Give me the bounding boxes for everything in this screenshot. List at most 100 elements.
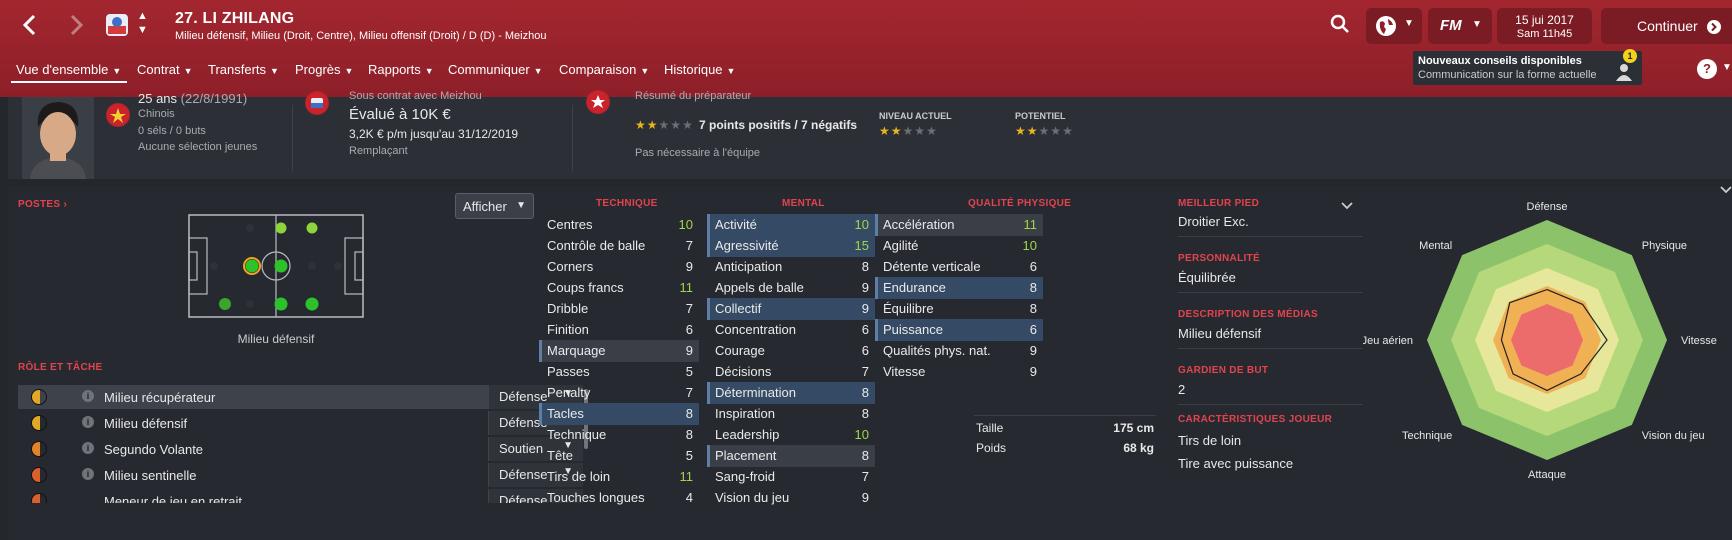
role-row[interactable]: i Segundo Volante Soutien ▼ <box>18 437 583 461</box>
tab-contract[interactable]: Contrat ▼ <box>137 62 193 77</box>
chevron-down-icon: ▼ <box>112 66 122 76</box>
attribute-row[interactable]: Concentration 6 <box>707 319 875 341</box>
radar-label: Vitesse <box>1681 335 1717 347</box>
attribute-row[interactable]: Marquage 9 <box>539 340 699 362</box>
role-row[interactable]: i Milieu sentinelle Défense ▼ <box>18 463 583 487</box>
radar-label: Attaque <box>1528 469 1566 481</box>
tab-progress[interactable]: Progrès ▼ <box>295 62 353 77</box>
radar-label: Défense <box>1527 201 1568 213</box>
duty-label: Soutien <box>499 441 544 456</box>
fm-menu-button[interactable]: FM ▼ <box>1428 8 1492 44</box>
info-icon[interactable]: i <box>82 390 94 402</box>
previous-player-button[interactable]: ▲ <box>137 10 148 22</box>
date-display[interactable]: 15 jui 2017 Sam 11h45 <box>1497 8 1592 44</box>
attribute-row[interactable]: Coups francs 11 <box>539 277 699 299</box>
help-button[interactable]: ? <box>1697 59 1717 79</box>
tab-history[interactable]: Historique ▼ <box>664 62 735 77</box>
attribute-row[interactable]: Tacles 8 <box>539 403 699 425</box>
attribute-row[interactable]: Agilité 10 <box>875 235 1043 257</box>
international-caps: 0 séls / 0 buts <box>138 125 206 137</box>
chevron-down-icon: ▼ <box>533 66 543 76</box>
role-row[interactable]: Meneur de jeu en retrait Défense <box>18 489 583 503</box>
continue-button[interactable]: Continuer <box>1601 8 1732 44</box>
tab-overview[interactable]: Vue d'ensemble ▼ <box>16 62 121 77</box>
attribute-row[interactable]: Décisions 7 <box>707 361 875 383</box>
attribute-row[interactable]: Collectif 9 <box>707 298 875 320</box>
positions-title[interactable]: POSTES › <box>18 199 67 210</box>
potential-label: POTENTIEL <box>1015 111 1066 121</box>
attribute-row[interactable]: Vision du jeu 9 <box>707 487 875 509</box>
attribute-row[interactable]: Anticipation 8 <box>707 256 875 278</box>
tab-comparison[interactable]: Comparaison ▼ <box>559 62 649 77</box>
trait-item: Tire avec puissance <box>1178 456 1294 471</box>
info-icon[interactable]: i <box>82 416 94 428</box>
attribute-row[interactable]: Penalty 7 <box>539 382 699 404</box>
tab-communicate[interactable]: Communiquer ▼ <box>448 62 543 77</box>
attribute-row[interactable]: Puissance 6 <box>875 319 1043 341</box>
attribute-row[interactable]: Vitesse 9 <box>875 361 1043 383</box>
club-crest-icon <box>305 91 329 115</box>
position-dot <box>306 222 318 234</box>
info-icon[interactable]: i <box>82 442 94 454</box>
search-button[interactable] <box>1330 14 1350 39</box>
tab-transfers[interactable]: Transferts ▼ <box>208 62 279 77</box>
attribute-name: Corners <box>547 259 594 274</box>
attribute-row[interactable]: Endurance 8 <box>875 277 1043 299</box>
current-ability-stars: ★★★★★ <box>879 124 938 138</box>
attribute-row[interactable]: Dribble 7 <box>539 298 699 320</box>
height-label: Taille <box>976 421 1004 435</box>
attribute-row[interactable]: Passes 5 <box>539 361 699 383</box>
role-row[interactable]: i Milieu défensif Défense▼ <box>18 411 583 435</box>
world-menu-button[interactable]: ▼ <box>1366 8 1422 44</box>
attribute-row[interactable]: Sang-froid 7 <box>707 466 875 488</box>
attribute-row[interactable]: Contrôle de balle 7 <box>539 235 699 257</box>
attribute-row[interactable]: Courage 6 <box>707 340 875 362</box>
attribute-row[interactable]: Touches longues 4 <box>539 487 699 509</box>
attribute-row[interactable]: Tête 5 <box>539 445 699 467</box>
attribute-row[interactable]: Équilibre 8 <box>875 298 1043 320</box>
header-bar: ▲ ▼ 27. LI ZHILANG Milieu défensif, Mili… <box>0 0 1732 97</box>
chevron-down-icon[interactable] <box>1341 202 1353 210</box>
back-button[interactable] <box>20 10 40 46</box>
attribute-row[interactable]: Qualités phys. nat. 9 <box>875 340 1043 362</box>
tips-notification[interactable]: Nouveaux conseils disponibles Communicat… <box>1413 49 1642 85</box>
attribute-row[interactable]: Détermination 8 <box>707 382 875 404</box>
attribute-name: Dribble <box>547 301 589 316</box>
attribute-name: Touches longues <box>547 490 645 505</box>
show-dropdown[interactable]: Afficher ▼ <box>455 193 534 219</box>
chevron-down-icon[interactable] <box>1720 186 1732 194</box>
best-foot: Droitier Exc. <box>1178 214 1249 229</box>
attribute-value: 9 <box>861 301 869 316</box>
attribute-row[interactable]: Détente verticale 6 <box>875 256 1043 278</box>
attribute-value: 10 <box>854 427 869 442</box>
attribute-name: Agressivité <box>715 238 779 253</box>
attribute-row[interactable]: Leadership 10 <box>707 424 875 446</box>
attribute-value: 5 <box>685 448 693 463</box>
chevron-down-icon[interactable]: ▼ <box>1722 62 1732 73</box>
tab-reports[interactable]: Rapports ▼ <box>368 62 434 77</box>
attribute-row[interactable]: Accélération 11 <box>875 214 1043 236</box>
next-player-button[interactable]: ▼ <box>137 24 148 36</box>
attribute-value: 8 <box>861 385 869 400</box>
attribute-name: Finition <box>547 322 589 337</box>
contract-club: Sous contrat avec Meizhou <box>349 90 482 102</box>
attribute-row[interactable]: Agressivité 15 <box>707 235 875 257</box>
attribute-row[interactable]: Placement 8 <box>707 445 875 467</box>
globe-icon <box>1376 16 1396 36</box>
attribute-row[interactable]: Corners 9 <box>539 256 699 278</box>
attribute-row[interactable]: Tirs de loin 11 <box>539 466 699 488</box>
attribute-row[interactable]: Inspiration 8 <box>707 403 875 425</box>
attribute-row[interactable]: Appels de balle 9 <box>707 277 875 299</box>
club-crest-icon[interactable] <box>104 12 130 38</box>
attribute-row[interactable]: Activité 10 <box>707 214 875 236</box>
role-row[interactable]: i Milieu récupérateur Défense ▼ <box>18 385 583 409</box>
forward-button[interactable] <box>66 10 86 46</box>
attribute-name: Anticipation <box>715 259 783 274</box>
info-icon[interactable]: i <box>82 468 94 480</box>
attribute-row[interactable]: Technique 8 <box>539 424 699 446</box>
attribute-row[interactable]: Finition 6 <box>539 319 699 341</box>
tab-transfers-label: Transferts <box>208 62 267 77</box>
player-title: 27. LI ZHILANG <box>175 10 295 27</box>
attribute-row[interactable]: Centres 10 <box>539 214 699 236</box>
player-info-strip: 25 ans (22/8/1991) Chinois 0 séls / 0 bu… <box>8 90 1732 179</box>
